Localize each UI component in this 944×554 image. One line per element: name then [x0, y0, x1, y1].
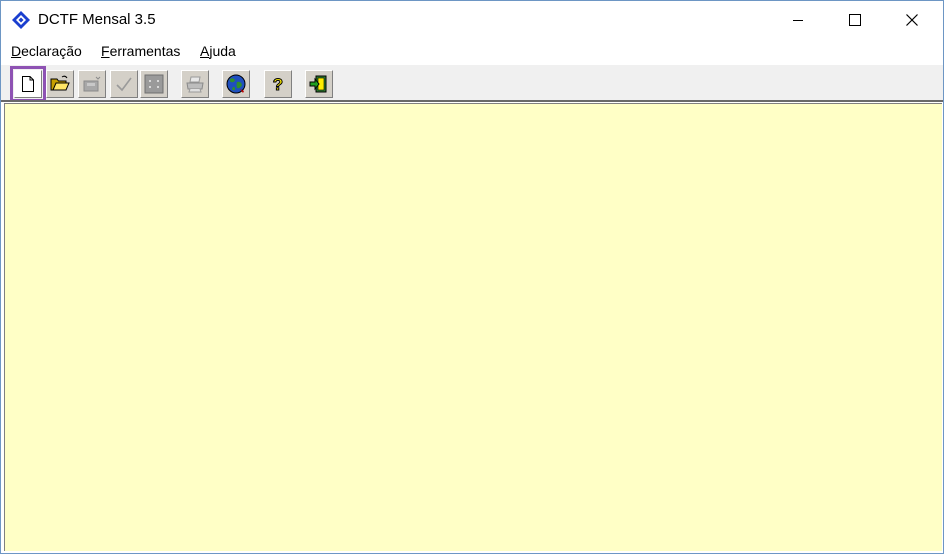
- check-icon: [116, 77, 132, 92]
- new-document-icon: [22, 76, 34, 92]
- title-bar[interactable]: DCTF Mensal 3.5: [1, 1, 943, 38]
- svg-text:?: ?: [273, 75, 283, 94]
- app-logo-icon: [11, 10, 31, 30]
- printer-icon: [186, 76, 204, 93]
- app-window: DCTF Mensal 3.5 Declaração Ferramentas A…: [0, 0, 944, 554]
- save-icon: [83, 76, 101, 92]
- globe-icon: [226, 74, 246, 94]
- close-icon: [906, 13, 918, 26]
- window-title: DCTF Mensal 3.5: [38, 11, 156, 28]
- open-folder-icon: [50, 75, 70, 91]
- workspace-area[interactable]: [4, 103, 942, 551]
- minimize-icon: [793, 19, 803, 21]
- toolbar-separator: [1, 100, 943, 102]
- transmit-button[interactable]: [222, 70, 250, 98]
- exit-button[interactable]: [305, 70, 333, 98]
- calculate-button[interactable]: [140, 70, 168, 98]
- close-button[interactable]: [889, 1, 935, 38]
- menu-bar: Declaração Ferramentas Ajuda: [1, 41, 943, 63]
- menu-ferramentas[interactable]: Ferramentas: [101, 43, 180, 59]
- toolbar: ?: [1, 64, 943, 102]
- validate-button[interactable]: [110, 70, 138, 98]
- maximize-icon: [849, 13, 861, 26]
- print-button[interactable]: [181, 70, 209, 98]
- minimize-button[interactable]: [775, 1, 821, 38]
- help-button[interactable]: ?: [264, 70, 292, 98]
- new-declaration-button[interactable]: [10, 66, 46, 102]
- save-button[interactable]: [78, 70, 106, 98]
- maximize-button[interactable]: [832, 1, 878, 38]
- calculator-icon: [144, 74, 164, 94]
- open-declaration-button[interactable]: [46, 70, 74, 98]
- menu-ajuda[interactable]: Ajuda: [200, 43, 236, 59]
- menu-declaracao[interactable]: Declaração: [11, 43, 82, 59]
- exit-icon: [309, 75, 327, 93]
- help-icon: ?: [272, 75, 283, 95]
